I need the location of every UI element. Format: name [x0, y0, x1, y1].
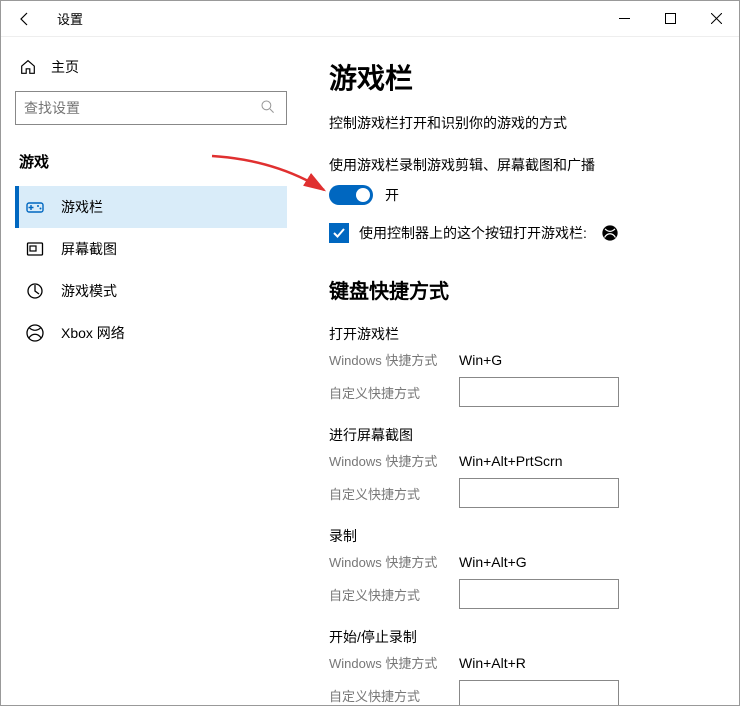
gamebar-icon	[25, 197, 45, 217]
settings-window: 设置 主页 游戏 游戏	[0, 0, 740, 706]
shortcut-group-start-stop: 开始/停止录制 Windows 快捷方式 Win+Alt+R 自定义快捷方式	[329, 627, 711, 705]
windows-shortcut-label: Windows 快捷方式	[329, 350, 459, 369]
page-title: 游戏栏	[329, 57, 711, 97]
gamemode-icon	[25, 281, 45, 301]
sidebar-item-label: 屏幕截图	[61, 239, 117, 259]
custom-shortcut-input[interactable]	[459, 478, 619, 508]
custom-shortcut-label: 自定义快捷方式	[329, 383, 459, 402]
content-pane: 游戏栏 控制游戏栏打开和识别你的游戏的方式 使用游戏栏录制游戏剪辑、屏幕截图和广…	[301, 37, 739, 705]
sidebar-item-label: Xbox 网络	[61, 323, 125, 343]
custom-shortcut-input[interactable]	[459, 579, 619, 609]
search-box[interactable]	[15, 91, 287, 125]
shortcut-value: Win+G	[459, 352, 502, 368]
windows-shortcut-label: Windows 快捷方式	[329, 451, 459, 470]
home-icon	[19, 58, 37, 76]
custom-shortcut-label: 自定义快捷方式	[329, 686, 459, 705]
sidebar-item-label: 游戏栏	[61, 197, 103, 217]
window-title: 设置	[57, 9, 83, 28]
toggle-description: 使用游戏栏录制游戏剪辑、屏幕截图和广播	[329, 155, 711, 175]
custom-shortcut-input[interactable]	[459, 680, 619, 705]
sidebar: 主页 游戏 游戏栏 屏幕截图	[1, 37, 301, 705]
checkbox-label: 使用控制器上的这个按钮打开游戏栏:	[359, 223, 587, 243]
gamebar-toggle-row: 开	[329, 185, 711, 205]
shortcut-group-record: 录制 Windows 快捷方式 Win+Alt+G 自定义快捷方式	[329, 526, 711, 609]
xbox-button-icon	[601, 224, 619, 242]
xbox-icon	[25, 323, 45, 343]
sidebar-item-label: 游戏模式	[61, 281, 117, 301]
close-button[interactable]	[693, 3, 739, 35]
search-icon	[260, 99, 278, 117]
shortcut-group-open-gamebar: 打开游戏栏 Windows 快捷方式 Win+G 自定义快捷方式	[329, 324, 711, 407]
page-description: 控制游戏栏打开和识别你的游戏的方式	[329, 113, 711, 133]
sidebar-item-gamemode[interactable]: 游戏模式	[15, 270, 287, 312]
titlebar: 设置	[1, 1, 739, 37]
shortcut-value: Win+Alt+G	[459, 554, 527, 570]
shortcut-group-screenshot: 进行屏幕截图 Windows 快捷方式 Win+Alt+PrtScrn 自定义快…	[329, 425, 711, 508]
custom-shortcut-label: 自定义快捷方式	[329, 484, 459, 503]
home-link[interactable]: 主页	[15, 51, 287, 91]
body: 主页 游戏 游戏栏 屏幕截图	[1, 37, 739, 705]
windows-shortcut-label: Windows 快捷方式	[329, 653, 459, 672]
maximize-button[interactable]	[647, 3, 693, 35]
shortcut-value: Win+Alt+PrtScrn	[459, 453, 562, 469]
gamebar-toggle[interactable]	[329, 185, 373, 205]
shortcut-title: 录制	[329, 526, 711, 546]
back-button[interactable]	[11, 5, 39, 33]
minimize-button[interactable]	[601, 3, 647, 35]
sidebar-item-gamebar[interactable]: 游戏栏	[15, 186, 287, 228]
shortcut-title: 开始/停止录制	[329, 627, 711, 647]
controller-checkbox[interactable]	[329, 223, 349, 243]
shortcuts-heading: 键盘快捷方式	[329, 275, 711, 304]
search-input[interactable]	[24, 100, 260, 116]
custom-shortcut-input[interactable]	[459, 377, 619, 407]
controller-checkbox-row: 使用控制器上的这个按钮打开游戏栏:	[329, 223, 711, 243]
sidebar-item-captures[interactable]: 屏幕截图	[15, 228, 287, 270]
windows-shortcut-label: Windows 快捷方式	[329, 552, 459, 571]
shortcut-title: 打开游戏栏	[329, 324, 711, 344]
sidebar-item-xbox-networking[interactable]: Xbox 网络	[15, 312, 287, 354]
shortcut-value: Win+Alt+R	[459, 655, 526, 671]
toggle-state-label: 开	[385, 185, 399, 205]
custom-shortcut-label: 自定义快捷方式	[329, 585, 459, 604]
shortcut-title: 进行屏幕截图	[329, 425, 711, 445]
category-label: 游戏	[15, 143, 287, 186]
home-label: 主页	[51, 57, 79, 77]
capture-icon	[25, 239, 45, 259]
